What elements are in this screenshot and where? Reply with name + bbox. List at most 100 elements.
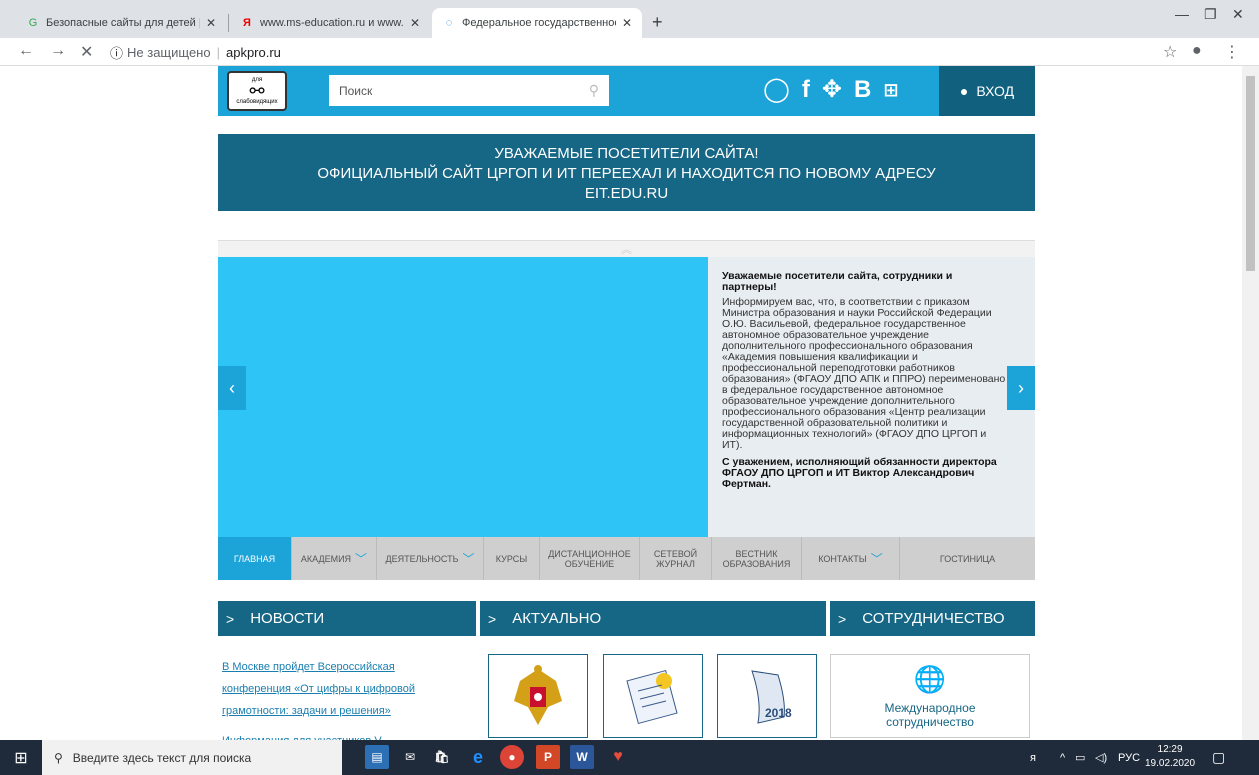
chevron-right-icon: › <box>1018 377 1024 398</box>
menu-item-contacts[interactable]: КОНТАКТЫ ﹀ <box>802 537 900 580</box>
section-title: СОТРУДНИЧЕСТВО <box>862 610 1005 627</box>
menu-label: СЕТЕВОЙ ЖУРНАЛ <box>653 548 698 569</box>
slider-body: Информируем вас, что, в соответствии с п… <box>722 296 1006 451</box>
minimize-icon[interactable]: — <box>1175 6 1189 22</box>
chevron-left-icon: ‹ <box>229 377 235 398</box>
coat-of-arms-tile[interactable] <box>488 654 588 738</box>
task-view-icon[interactable]: ▤ <box>365 745 389 769</box>
slider-heading: Уважаемые посетители сайта, сотрудники и… <box>722 270 953 293</box>
menu-label: ГОСТИНИЦА <box>939 553 996 564</box>
news-link[interactable]: В Москве пройдет Всероссийская <box>222 656 452 678</box>
windows-taskbar: ⊞ ⚲ Введите здесь текст для поиска ▤ ✉ 🛍… <box>0 740 1259 775</box>
chevron-down-icon: ﹀ <box>462 552 475 566</box>
forward-icon[interactable]: → <box>50 42 66 60</box>
close-icon[interactable]: ✕ <box>206 16 216 30</box>
tab-safe-sites[interactable]: G Безопасные сайты для детей | Г ✕ <box>16 8 226 38</box>
year-2018-tile[interactable]: 2018 <box>717 654 817 738</box>
low-vision-logo[interactable]: для ⚯ слабовидящих <box>227 71 287 111</box>
mail-icon[interactable]: ✉ <box>398 745 422 769</box>
slider-text-panel: Уважаемые посетители сайта, сотрудники и… <box>708 257 1035 537</box>
security-label: Не защищено <box>127 44 211 60</box>
notifications-icon[interactable]: ▢ <box>1212 740 1225 775</box>
tray-chevron-up-icon[interactable]: ^ <box>1060 740 1065 775</box>
section-title: АКТУАЛЬНО <box>512 610 602 627</box>
language-indicator[interactable]: РУС <box>1118 740 1140 775</box>
people-icon[interactable]: ᴙ <box>1030 740 1036 775</box>
restore-icon[interactable]: ❐ <box>1204 6 1217 23</box>
tab-ms-education[interactable]: Я www.ms-education.ru и www.apk ✕ <box>230 8 430 38</box>
search-icon: ⚲ <box>54 750 63 765</box>
coat-of-arms-icon <box>514 665 562 725</box>
sitemap-icon[interactable]: ⊞ <box>883 76 898 104</box>
actual-section-header[interactable]: > АКТУАЛЬНО <box>480 601 826 636</box>
menu-item-distance-learning[interactable]: ДИСТАНЦИОННОЕ ОБУЧЕНИЕ <box>540 537 640 580</box>
chevron-down-icon: ﹀ <box>355 552 368 566</box>
slider-next-button[interactable]: › <box>1007 366 1035 410</box>
scrollbar-thumb[interactable] <box>1246 76 1255 271</box>
news-section-header[interactable]: > НОВОСТИ <box>218 601 476 636</box>
logo-bottom-text: слабовидящих <box>236 99 278 105</box>
menu-item-home[interactable]: ГЛАВНАЯ <box>218 537 292 580</box>
store-icon[interactable]: 🛍 <box>430 745 454 769</box>
info-icon[interactable]: ⓘ <box>110 43 123 62</box>
news-link[interactable]: конференция «От цифры к цифровой <box>222 678 452 700</box>
menu-label: ГЛАВНАЯ <box>233 553 276 564</box>
news-link[interactable]: грамотности: задачи и решения» <box>222 700 452 722</box>
powerpoint-icon[interactable]: P <box>536 745 560 769</box>
slider-collapse-bar[interactable]: ︽ <box>218 240 1035 257</box>
volume-icon[interactable]: ◁) <box>1095 740 1107 775</box>
menu-item-hotel[interactable]: ГОСТИНИЦА <box>900 537 1035 580</box>
network-icon[interactable]: ▭ <box>1075 740 1085 775</box>
year-badge: 2018 <box>765 706 792 720</box>
search-icon[interactable]: ⚲ <box>589 82 599 99</box>
international-coop-tile[interactable]: 🌐 Международное сотрудничество <box>830 654 1030 738</box>
edge-icon[interactable]: e <box>466 745 490 769</box>
vk-icon[interactable]: B <box>854 76 871 104</box>
globe-icon: 🌐 <box>913 663 947 694</box>
new-tab-button[interactable]: + <box>652 12 663 33</box>
star-icon[interactable]: ☆ <box>1163 42 1177 62</box>
menu-item-bulletin[interactable]: ВЕСТНИК ОБРАЗОВАНИЯ <box>712 537 802 580</box>
taskbar-clock[interactable]: 12:29 19.02.2020 <box>1145 743 1195 771</box>
close-icon[interactable]: ✕ <box>410 16 420 30</box>
menu-dots-icon[interactable]: ⋮ <box>1224 42 1240 62</box>
news-link[interactable]: Информация для участников V <box>222 730 452 740</box>
book-2018-icon: 2018 <box>751 670 792 724</box>
clock-date: 19.02.2020 <box>1145 758 1196 769</box>
calendar-tile[interactable] <box>603 654 703 738</box>
search-input[interactable]: Поиск ⚲ <box>329 75 609 106</box>
tab-title: www.ms-education.ru и www.apk <box>260 17 404 29</box>
slider-prev-button[interactable]: ‹ <box>218 366 246 410</box>
chevron-down-icon: ﹀ <box>870 552 883 566</box>
address-bar[interactable]: ⓘ Не защищено | apkpro.ru <box>110 42 281 62</box>
odnoklassniki-icon[interactable]: ◯ <box>763 76 790 104</box>
chevron-up-icon[interactable]: ︽ <box>621 244 632 256</box>
maps-pin-icon[interactable]: ♥ <box>606 745 630 769</box>
section-title: НОВОСТИ <box>250 610 325 627</box>
back-icon[interactable]: ← <box>18 42 34 60</box>
login-button[interactable]: ● ВХОД <box>939 66 1035 116</box>
banner-line-3[interactable]: EIT.EDU.RU <box>218 184 1035 204</box>
coop-label: Международное сотрудничество <box>884 700 976 729</box>
menu-item-courses[interactable]: КУРСЫ <box>484 537 540 580</box>
social-links: ◯ f ✥ B ⊞ <box>763 76 898 104</box>
twitter-icon[interactable]: ✥ <box>822 76 842 104</box>
coop-section-header[interactable]: > СОТРУДНИЧЕСТВО <box>830 601 1035 636</box>
tab-active[interactable]: ◌ Федеральное государственное ✕ <box>432 8 642 38</box>
windows-start-icon[interactable]: ⊞ <box>0 740 42 775</box>
taskbar-search-input[interactable]: ⚲ Введите здесь текст для поиска <box>42 740 342 775</box>
close-window-icon[interactable]: ✕ <box>1232 6 1244 23</box>
calendar-illustration-icon <box>626 669 678 725</box>
menu-item-academy[interactable]: АКАДЕМИЯ ﹀ <box>292 537 377 580</box>
close-icon[interactable]: ✕ <box>622 16 632 30</box>
menu-label: КУРСЫ <box>495 553 528 564</box>
page-scrollbar[interactable] <box>1242 66 1259 740</box>
word-icon[interactable]: W <box>570 745 594 769</box>
menu-item-activity[interactable]: ДЕЯТЕЛЬНОСТЬ ﹀ <box>377 537 484 580</box>
menu-item-network-journal[interactable]: СЕТЕВОЙ ЖУРНАЛ <box>640 537 712 580</box>
profile-icon[interactable]: ● <box>1192 42 1202 60</box>
stop-icon[interactable]: ✕ <box>80 42 93 62</box>
facebook-icon[interactable]: f <box>802 76 810 104</box>
chrome-icon[interactable]: ● <box>500 745 524 769</box>
announcement-banner: УВАЖАЕМЫЕ ПОСЕТИТЕЛИ САЙТА! ОФИЦИАЛЬНЫЙ … <box>218 134 1035 211</box>
